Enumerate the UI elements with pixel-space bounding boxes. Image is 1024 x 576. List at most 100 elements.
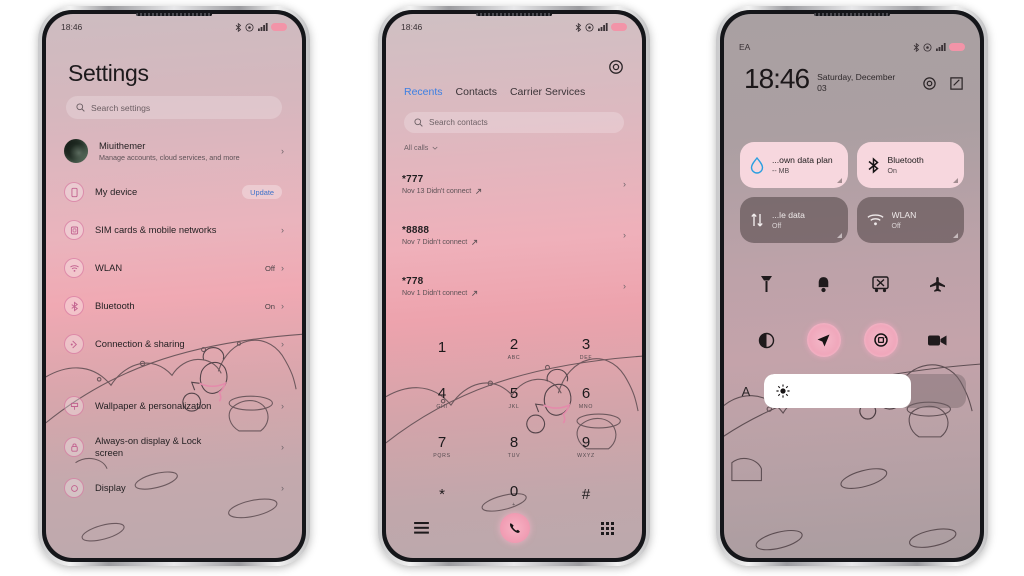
clock-date: Saturday, December 03: [817, 72, 896, 94]
dialpad-key-6[interactable]: 6 MNO: [550, 375, 622, 420]
location-icon: [817, 334, 830, 346]
toggle-airplane[interactable]: [909, 264, 966, 304]
expand-corner-icon[interactable]: [836, 178, 842, 183]
call-button[interactable]: [500, 513, 530, 543]
tab-carrier-services[interactable]: Carrier Services: [510, 86, 585, 98]
lock-icon: [64, 437, 84, 457]
chevron-right-icon[interactable]: ›: [623, 231, 626, 240]
toggle-screenshot[interactable]: [852, 264, 909, 304]
header-actions: [922, 76, 964, 91]
search-settings-input[interactable]: Search settings: [66, 96, 282, 119]
settings-list: Miuithemer Manage accounts, cloud servic…: [46, 129, 302, 558]
mute-icon: [923, 43, 932, 51]
settings-row-my-device[interactable]: My device Update: [46, 173, 302, 211]
carrier-label: EA: [739, 42, 751, 52]
toggle-location[interactable]: [795, 320, 852, 360]
call-number: *777: [402, 174, 424, 185]
call-meta: Nov 13 Didn't connect: [402, 187, 472, 195]
key-letters: DEF: [579, 354, 593, 361]
key-digit: 6: [581, 384, 591, 402]
update-badge[interactable]: Update: [242, 185, 282, 199]
expand-corner-icon[interactable]: [836, 233, 842, 238]
call-meta: Nov 1 Didn't connect: [402, 289, 468, 297]
settings-row-wlan[interactable]: WLAN Off ›: [46, 249, 302, 287]
settings-row-connection-sharing[interactable]: Connection & sharing ›: [46, 325, 302, 363]
bluetooth-icon: [64, 296, 84, 316]
recent-calls-list: *777 Nov 13 Didn't connect › *8888 Nov 7…: [386, 159, 642, 312]
expand-corner-icon[interactable]: [953, 233, 958, 238]
call-meta: Nov 7 Didn't connect: [402, 238, 468, 246]
share-icon: [64, 334, 84, 354]
dialpad-key-2[interactable]: 2 ABC: [478, 326, 550, 371]
dialpad-key-5[interactable]: 5 JKL: [478, 375, 550, 420]
settings-row-account[interactable]: Miuithemer Manage accounts, cloud servic…: [46, 129, 302, 173]
phone-control-center: EA 18:46 Saturday, December 03 ...own da…: [716, 6, 988, 566]
keypad-icon[interactable]: [601, 521, 614, 535]
toggle-sound[interactable]: [795, 264, 852, 304]
calls-filter[interactable]: All calls: [404, 143, 438, 152]
tile-subtitle: Off: [891, 222, 901, 230]
settings-row-aod-lockscreen[interactable]: Always-on display & Lock screen ›: [46, 425, 302, 469]
tab-contacts[interactable]: Contacts: [456, 86, 497, 98]
status-icons: [575, 22, 627, 32]
tile-title: ...le data: [772, 210, 805, 221]
row-value: Off: [265, 263, 275, 273]
auto-brightness-label[interactable]: A: [738, 384, 754, 399]
search-icon: [414, 118, 423, 127]
key-digit: 8: [509, 433, 519, 451]
key-letters: TUV: [507, 452, 521, 459]
edit-icon[interactable]: [949, 76, 964, 91]
tile-bluetooth[interactable]: Bluetooth On: [856, 142, 964, 188]
outgoing-call-icon: [476, 188, 482, 194]
key-letters: MNO: [578, 403, 594, 410]
dialpad-key-3[interactable]: 3 DEF: [550, 326, 622, 371]
dialpad-key-9[interactable]: 9 WXYZ: [550, 424, 622, 469]
signal-icon: [597, 23, 608, 31]
signal-icon: [257, 23, 268, 31]
settings-row-wallpaper[interactable]: Wallpaper & personalization ›: [46, 387, 302, 425]
row-label: Always-on display & Lock screen: [95, 435, 202, 458]
clock-time: 18:46: [744, 63, 810, 94]
menu-icon[interactable]: [414, 522, 429, 534]
camera-icon[interactable]: [922, 76, 937, 91]
tile-data-plan[interactable]: ...own data plan -- MB: [740, 142, 848, 188]
tab-recents[interactable]: Recents: [404, 86, 443, 98]
battery-icon: [949, 43, 965, 51]
chevron-right-icon[interactable]: ›: [623, 282, 626, 291]
battery-icon: [271, 23, 287, 31]
dialpad-key-4[interactable]: 4 GHI: [406, 375, 478, 420]
phone-bezel: 18:46 Settings Search settings Miuitheme…: [42, 10, 306, 562]
dialpad-key-8[interactable]: 8 TUV: [478, 424, 550, 469]
settings-row-sim[interactable]: SIM cards & mobile networks ›: [46, 211, 302, 249]
row-label: My device: [95, 186, 138, 198]
settings-row-display[interactable]: Display ›: [46, 469, 302, 507]
gear-icon[interactable]: [608, 59, 624, 75]
toggle-flashlight[interactable]: [738, 264, 795, 304]
brightness-slider[interactable]: [764, 374, 966, 408]
toggle-auto-rotate[interactable]: [852, 320, 909, 360]
call-log-row[interactable]: *8888 Nov 7 Didn't connect ›: [386, 210, 642, 261]
dialpad-key-7[interactable]: 7 PQRS: [406, 424, 478, 469]
toggle-grid: [738, 264, 966, 360]
chevron-right-icon[interactable]: ›: [623, 180, 626, 189]
key-letters: GHI: [436, 403, 448, 410]
tile-title: ...own data plan: [772, 155, 833, 166]
call-log-row[interactable]: *778 Nov 1 Didn't connect ›: [386, 261, 642, 312]
key-digit: #: [581, 485, 591, 503]
toggle-dark-mode[interactable]: [738, 320, 795, 360]
chevron-right-icon: ›: [281, 262, 284, 273]
call-log-row[interactable]: *777 Nov 13 Didn't connect ›: [386, 159, 642, 210]
dark-mode-icon: [758, 332, 775, 348]
settings-row-bluetooth[interactable]: Bluetooth On ›: [46, 287, 302, 325]
sun-icon: [776, 384, 790, 398]
bluetooth-icon: [913, 42, 919, 52]
toggle-screen-record[interactable]: [909, 320, 966, 360]
tile-wlan[interactable]: WLAN Off: [856, 197, 964, 243]
airplane-icon: [930, 276, 945, 292]
tile-mobile-data[interactable]: ...le data Off: [740, 197, 848, 243]
expand-corner-icon[interactable]: [953, 178, 958, 183]
search-contacts-input[interactable]: Search contacts: [404, 112, 624, 133]
tile-subtitle: -- MB: [772, 167, 790, 175]
calls-filter-label: All calls: [404, 143, 429, 152]
dialpad-key-1[interactable]: 1: [406, 326, 478, 371]
